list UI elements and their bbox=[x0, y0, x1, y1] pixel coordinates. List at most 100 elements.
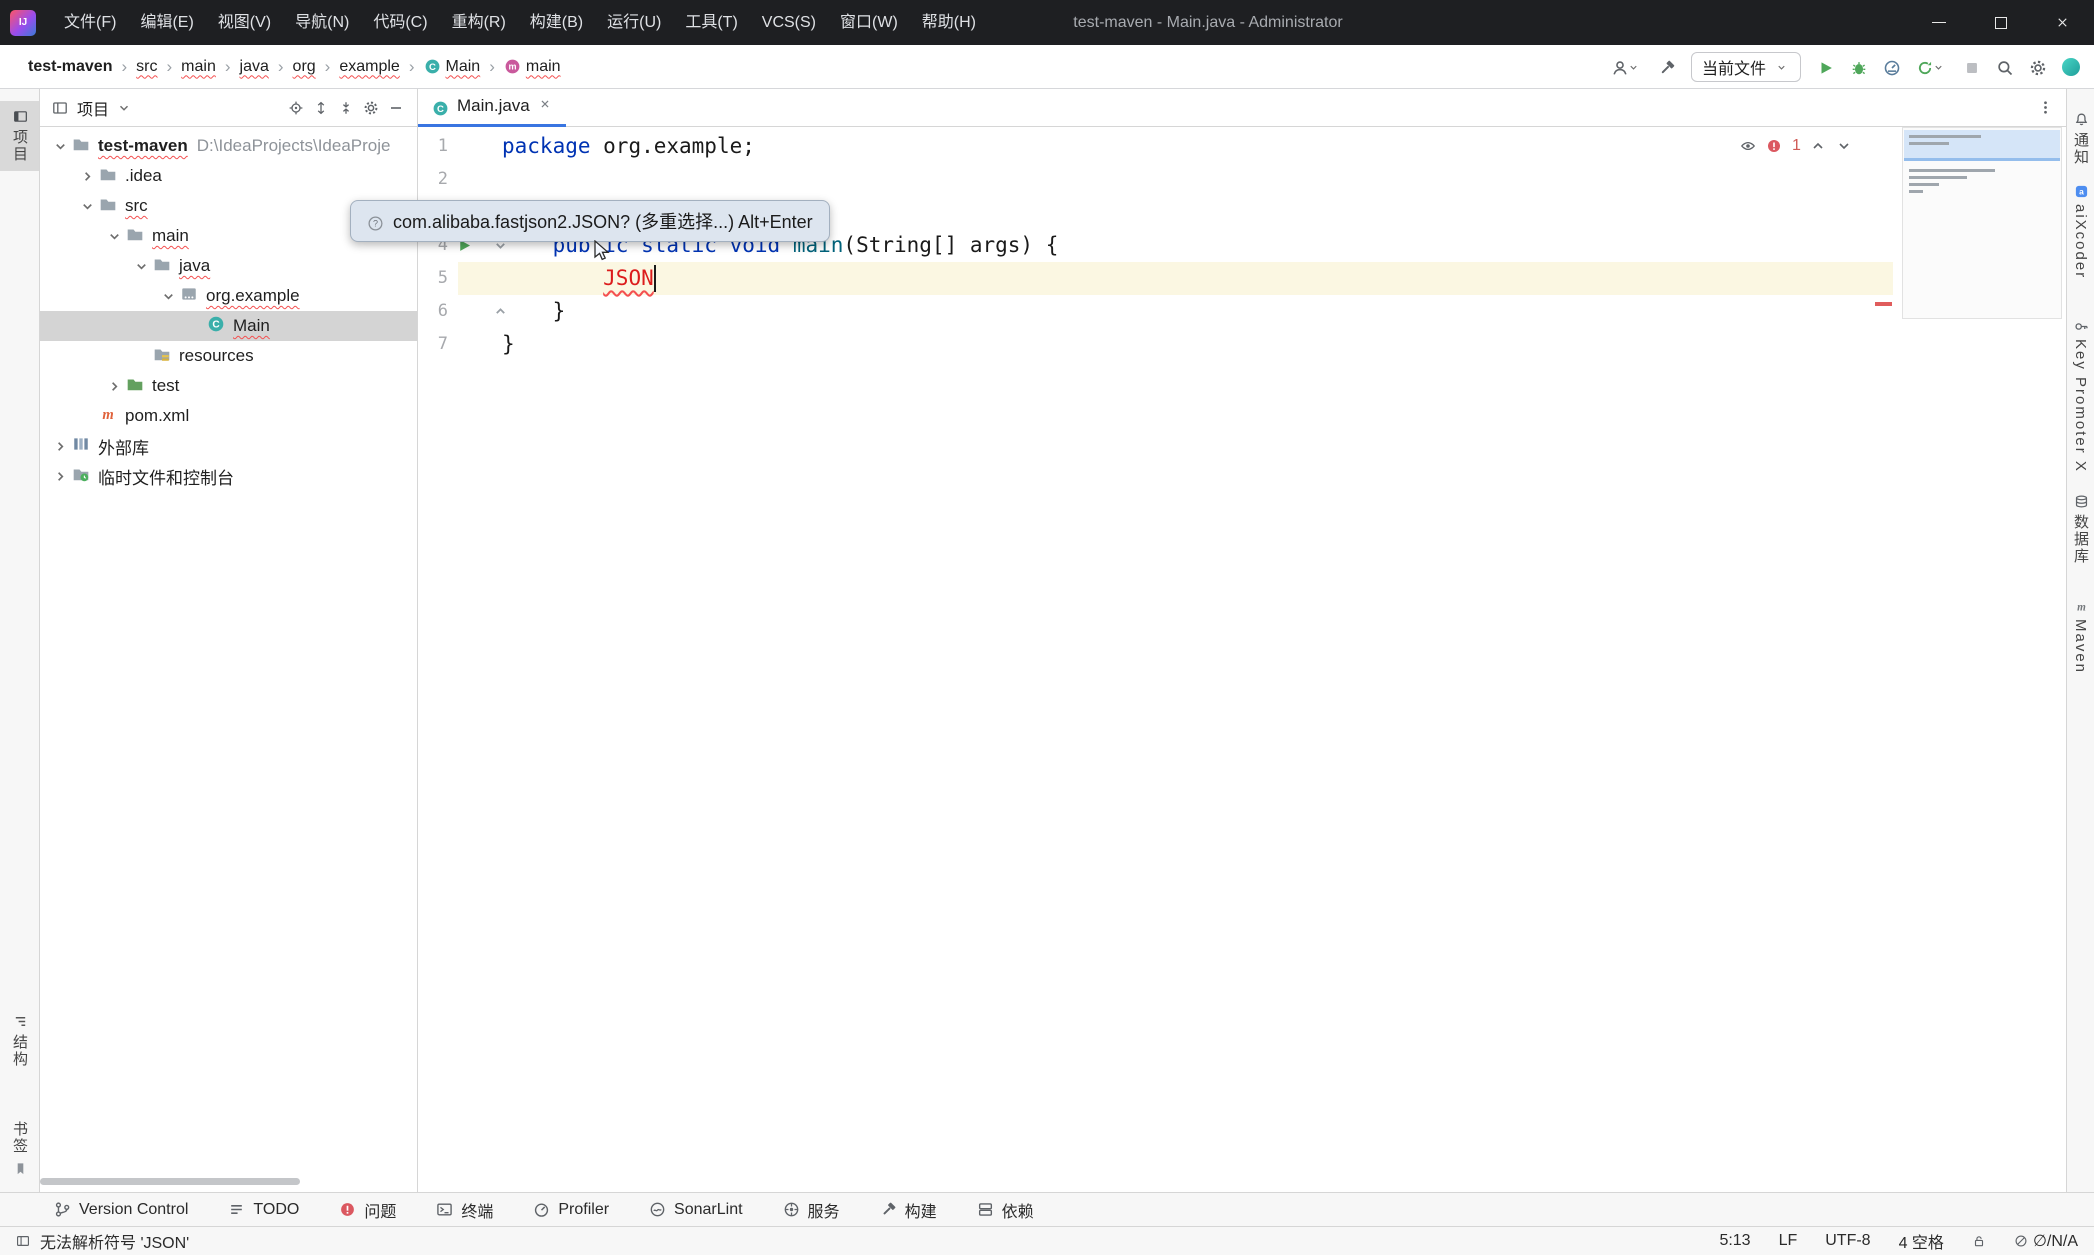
tool-button-通知[interactable]: 通知 bbox=[2067, 112, 2094, 166]
tab-main-java[interactable]: C Main.java bbox=[418, 89, 566, 127]
breadcrumb-item[interactable]: src bbox=[136, 58, 157, 76]
tree-row[interactable]: .idea bbox=[40, 161, 417, 191]
tool-button-问题[interactable]: 问题 bbox=[339, 1198, 396, 1222]
code-line[interactable]: 7} bbox=[418, 328, 2066, 361]
chevron-down-icon[interactable] bbox=[75, 199, 99, 214]
code-line[interactable]: 2 bbox=[418, 163, 2066, 196]
settings-button[interactable] bbox=[2029, 59, 2046, 76]
tree-row[interactable]: resources bbox=[40, 341, 417, 371]
chevron-right-icon[interactable] bbox=[102, 379, 126, 394]
caret-position-widget[interactable]: 5:13 bbox=[1719, 1232, 1750, 1250]
profiler-button[interactable] bbox=[1883, 59, 1900, 76]
debug-button[interactable] bbox=[1850, 59, 1867, 76]
breadcrumb-item[interactable]: example bbox=[339, 58, 399, 76]
tool-windows-icon[interactable] bbox=[16, 1234, 30, 1248]
chevron-right-icon[interactable] bbox=[75, 169, 99, 184]
breadcrumb-item[interactable]: test-maven bbox=[28, 58, 112, 76]
user-button[interactable] bbox=[1611, 59, 1642, 76]
breadcrumb-item[interactable]: java bbox=[240, 58, 269, 76]
breadcrumb-item[interactable]: main bbox=[181, 58, 216, 76]
code-line[interactable]: 5 JSON bbox=[418, 262, 2066, 295]
line-number[interactable]: 6 bbox=[418, 295, 448, 328]
code-editor[interactable]: 1package org.example;23public class Main… bbox=[418, 127, 2066, 1192]
encoding-widget[interactable]: UTF-8 bbox=[1825, 1232, 1870, 1250]
tool-button-structure[interactable]: 结构 bbox=[0, 1014, 39, 1068]
tool-button-version-control[interactable]: Version Control bbox=[54, 1201, 188, 1219]
menu-item[interactable]: 运行(U) bbox=[595, 0, 673, 45]
tree-row[interactable]: 临时文件和控制台 bbox=[40, 461, 417, 491]
chevron-down-icon[interactable] bbox=[156, 289, 180, 304]
tool-button-数据库[interactable]: 数据库 bbox=[2067, 494, 2094, 565]
breadcrumb-item[interactable]: mmain bbox=[504, 58, 561, 76]
menu-item[interactable]: 代码(C) bbox=[361, 0, 439, 45]
indent-widget[interactable]: 4 空格 bbox=[1899, 1229, 1944, 1253]
rerun-button[interactable] bbox=[1916, 59, 1947, 76]
breadcrumb-item[interactable]: org bbox=[293, 58, 316, 76]
tool-button-todo[interactable]: TODO bbox=[228, 1201, 299, 1219]
tool-button-maven[interactable]: mMaven bbox=[2067, 599, 2094, 674]
tab-bar-options[interactable] bbox=[2037, 99, 2066, 117]
tool-button-aixcoder[interactable]: aaiXcoder bbox=[2067, 184, 2094, 279]
line-separator-widget[interactable]: LF bbox=[1779, 1232, 1798, 1250]
expand-all-button[interactable] bbox=[313, 99, 330, 116]
tree-row[interactable]: test bbox=[40, 371, 417, 401]
lock-icon[interactable] bbox=[1972, 1234, 1986, 1248]
breadcrumb-item[interactable]: CMain bbox=[424, 58, 481, 76]
chevron-down-icon[interactable] bbox=[129, 259, 153, 274]
tree-row[interactable]: org.example bbox=[40, 281, 417, 311]
maximize-button[interactable] bbox=[1970, 0, 2032, 45]
next-error-button[interactable] bbox=[1836, 138, 1853, 155]
chevron-down-icon[interactable] bbox=[117, 101, 131, 115]
tool-button-依赖[interactable]: 依赖 bbox=[977, 1198, 1034, 1222]
tree-row[interactable]: test-mavenD:\IdeaProjects\IdeaProje bbox=[40, 131, 417, 161]
chevron-down-icon[interactable] bbox=[102, 229, 126, 244]
line-number[interactable]: 7 bbox=[418, 328, 448, 361]
highlight-level-icon[interactable] bbox=[1740, 138, 1757, 155]
chevron-down-icon[interactable] bbox=[48, 139, 72, 154]
menu-item[interactable]: 窗口(W) bbox=[828, 0, 910, 45]
panel-settings-button[interactable] bbox=[363, 99, 380, 116]
tree-row[interactable]: CMain bbox=[40, 311, 417, 341]
build-project-button[interactable] bbox=[1658, 59, 1675, 76]
prev-error-button[interactable] bbox=[1810, 138, 1827, 155]
plugin-circle-icon[interactable] bbox=[2062, 58, 2080, 76]
tool-button-profiler[interactable]: Profiler bbox=[533, 1201, 609, 1219]
horizontal-scrollbar[interactable] bbox=[40, 1178, 300, 1185]
run-button[interactable] bbox=[1817, 59, 1834, 76]
tool-button-project[interactable]: 项目 bbox=[0, 101, 39, 171]
menu-item[interactable]: 导航(N) bbox=[283, 0, 361, 45]
chevron-right-icon[interactable] bbox=[48, 469, 72, 484]
stop-button[interactable] bbox=[1963, 59, 1980, 76]
tree-row[interactable]: 外部库 bbox=[40, 431, 417, 461]
menu-item[interactable]: 工具(T) bbox=[673, 0, 749, 45]
tool-button-构建[interactable]: 构建 bbox=[880, 1198, 937, 1222]
import-hint-popup[interactable]: ? com.alibaba.fastjson2.JSON? (多重选择...) … bbox=[350, 200, 830, 242]
minimap[interactable] bbox=[1902, 127, 2062, 319]
fold-marker[interactable] bbox=[492, 303, 509, 320]
run-config-select[interactable]: 当前文件 bbox=[1691, 52, 1801, 82]
menu-item[interactable]: 帮助(H) bbox=[910, 0, 988, 45]
tool-button-终端[interactable]: 终端 bbox=[436, 1198, 493, 1222]
line-number[interactable]: 5 bbox=[418, 262, 448, 295]
menu-item[interactable]: 文件(F) bbox=[52, 0, 128, 45]
code-line[interactable]: 6 } bbox=[418, 295, 2066, 328]
line-number[interactable]: 1 bbox=[418, 130, 448, 163]
menu-item[interactable]: 重构(R) bbox=[440, 0, 518, 45]
menu-item[interactable]: VCS(S) bbox=[750, 0, 828, 45]
minimize-button[interactable] bbox=[1908, 0, 1970, 45]
line-number[interactable]: 2 bbox=[418, 163, 448, 196]
memory-widget[interactable]: ∅/N/A bbox=[2014, 1231, 2078, 1251]
search-everywhere-button[interactable] bbox=[1996, 59, 2013, 76]
tool-button-key-promoter-x[interactable]: Key Promoter X bbox=[2067, 319, 2094, 473]
collapse-all-button[interactable] bbox=[338, 99, 355, 116]
tree-row[interactable]: java bbox=[40, 251, 417, 281]
menu-item[interactable]: 构建(B) bbox=[518, 0, 595, 45]
locate-file-button[interactable] bbox=[288, 99, 305, 116]
hide-panel-button[interactable] bbox=[388, 99, 405, 116]
chevron-right-icon[interactable] bbox=[48, 439, 72, 454]
menu-item[interactable]: 视图(V) bbox=[206, 0, 283, 45]
menu-item[interactable]: 编辑(E) bbox=[128, 0, 205, 45]
tool-button-bookmarks[interactable]: 书签 bbox=[0, 1121, 39, 1175]
tree-row[interactable]: mpom.xml bbox=[40, 401, 417, 431]
close-button[interactable] bbox=[2032, 0, 2094, 45]
